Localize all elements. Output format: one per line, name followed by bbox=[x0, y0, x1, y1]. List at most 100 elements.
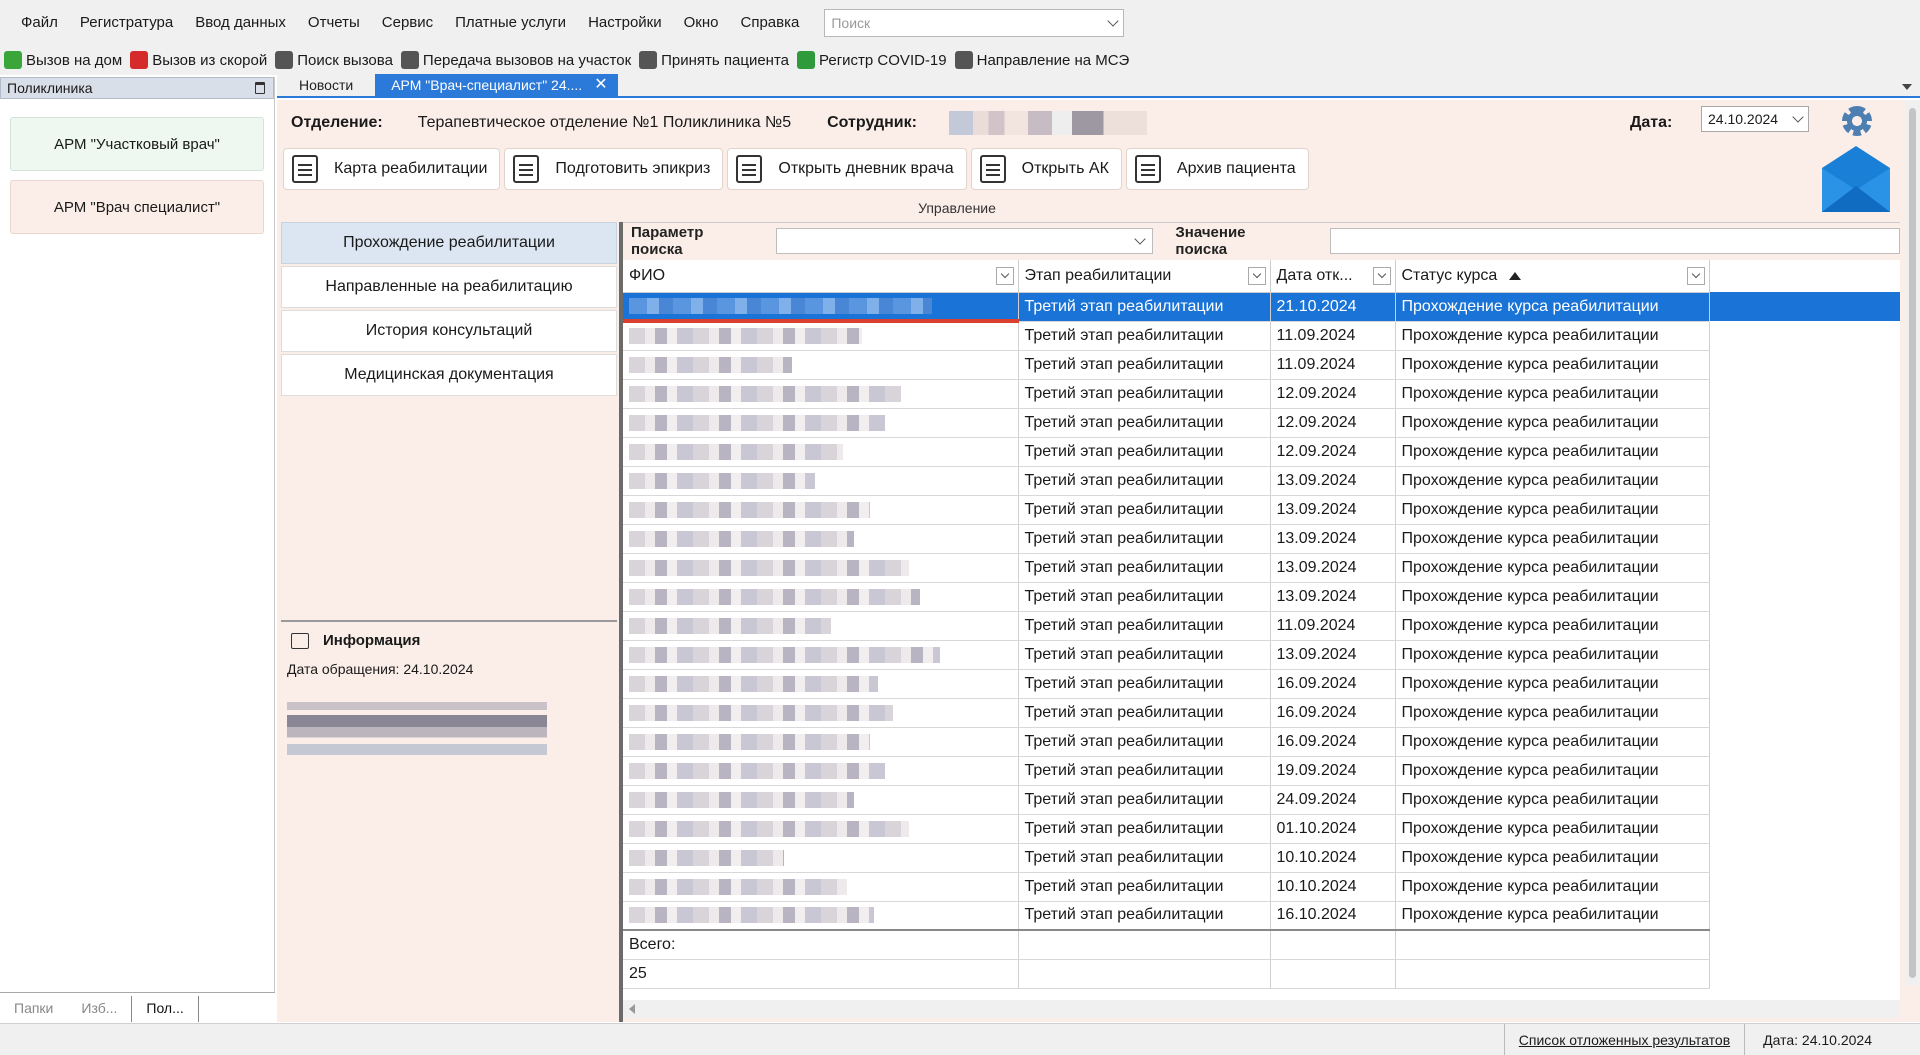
cell-status[interactable]: Прохождение курса реабилитации bbox=[1395, 901, 1710, 931]
table-row[interactable]: Третий этап реабилитации 13.09.2024 Прохож… bbox=[623, 582, 1900, 612]
cell-date[interactable]: 13.09.2024 bbox=[1270, 495, 1396, 525]
cell-date[interactable]: 13.09.2024 bbox=[1270, 553, 1396, 583]
tab-folders[interactable]: Папки bbox=[0, 1000, 67, 1022]
menu-item[interactable]: Ввод данных bbox=[184, 9, 297, 37]
filter-icon[interactable] bbox=[1372, 267, 1391, 285]
toolbar-button[interactable]: Направление на МСЭ bbox=[953, 47, 1136, 73]
arm-district-doctor-button[interactable]: АРМ "Участковый врач" bbox=[10, 117, 264, 171]
cell-fio-redacted[interactable] bbox=[623, 292, 1019, 323]
filter-icon[interactable] bbox=[1247, 267, 1266, 285]
cell-date[interactable]: 13.09.2024 bbox=[1270, 640, 1396, 670]
cell-date[interactable]: 11.09.2024 bbox=[1270, 611, 1396, 641]
cell-fio-redacted[interactable] bbox=[623, 611, 1019, 641]
cell-stage[interactable]: Третий этап реабилитации bbox=[1018, 379, 1271, 409]
cell-fio-redacted[interactable] bbox=[623, 756, 1019, 786]
table-row[interactable]: Третий этап реабилитации 12.09.2024 Прохож… bbox=[623, 437, 1900, 467]
cell-fio-redacted[interactable] bbox=[623, 408, 1019, 438]
cell-stage[interactable]: Третий этап реабилитации bbox=[1018, 901, 1271, 931]
table-row[interactable]: Третий этап реабилитации 13.09.2024 Прохож… bbox=[623, 640, 1900, 670]
toolbar-button[interactable]: Принять пациента bbox=[637, 47, 795, 73]
cell-stage[interactable]: Третий этап реабилитации bbox=[1018, 553, 1271, 583]
toolbar-button[interactable]: Вызов на дом bbox=[2, 47, 128, 73]
cell-date[interactable]: 13.09.2024 bbox=[1270, 524, 1396, 554]
close-icon[interactable]: ✕ bbox=[594, 77, 607, 93]
cell-stage[interactable]: Третий этап реабилитации bbox=[1018, 727, 1271, 757]
toolbar-button[interactable]: Передача вызовов на участок bbox=[399, 47, 637, 73]
cell-fio-redacted[interactable] bbox=[623, 814, 1019, 844]
cell-status[interactable]: Прохождение курса реабилитации bbox=[1395, 785, 1710, 815]
menu-item[interactable]: Справка bbox=[730, 9, 811, 37]
open-ak-button[interactable]: Открыть АК bbox=[970, 148, 1122, 190]
cell-fio-redacted[interactable] bbox=[623, 466, 1019, 496]
chevron-down-icon[interactable] bbox=[1107, 14, 1120, 27]
cell-status[interactable]: Прохождение курса реабилитации bbox=[1395, 321, 1710, 351]
cell-fio-redacted[interactable] bbox=[623, 350, 1019, 380]
nav-medical-docs[interactable]: Медицинская документация bbox=[281, 354, 617, 396]
cell-date[interactable]: 21.10.2024 bbox=[1270, 292, 1396, 322]
cell-fio-redacted[interactable] bbox=[623, 379, 1019, 409]
table-row[interactable]: Третий этап реабилитации 11.09.2024 Прохож… bbox=[623, 350, 1900, 380]
cell-status[interactable]: Прохождение курса реабилитации bbox=[1395, 437, 1710, 467]
horizontal-scrollbar[interactable] bbox=[623, 1000, 1900, 1018]
cell-date[interactable]: 16.09.2024 bbox=[1270, 669, 1396, 699]
cell-stage[interactable]: Третий этап реабилитации bbox=[1018, 495, 1271, 525]
cell-fio-redacted[interactable] bbox=[623, 843, 1019, 873]
open-doctor-diary-button[interactable]: Открыть дневник врача bbox=[727, 148, 967, 190]
cell-status[interactable]: Прохождение курса реабилитации bbox=[1395, 756, 1710, 786]
cell-stage[interactable]: Третий этап реабилитации bbox=[1018, 843, 1271, 873]
scroll-left-icon[interactable] bbox=[629, 1004, 635, 1014]
cell-fio-redacted[interactable] bbox=[623, 785, 1019, 815]
table-row[interactable]: Третий этап реабилитации 13.09.2024 Прохож… bbox=[623, 524, 1900, 554]
table-row[interactable]: Третий этап реабилитации 10.10.2024 Прохож… bbox=[623, 872, 1900, 902]
gear-icon[interactable] bbox=[1842, 106, 1872, 136]
search-param-select[interactable] bbox=[776, 227, 1154, 254]
rehab-card-button[interactable]: Карта реабилитации bbox=[283, 148, 501, 190]
cell-status[interactable]: Прохождение курса реабилитации bbox=[1395, 553, 1710, 583]
cell-date[interactable]: 13.09.2024 bbox=[1270, 466, 1396, 496]
toolbar-button[interactable]: Регистр COVID-19 bbox=[795, 47, 953, 73]
table-row[interactable]: Третий этап реабилитации 11.09.2024 Прохож… bbox=[623, 321, 1900, 351]
cell-stage[interactable]: Третий этап реабилитации bbox=[1018, 611, 1271, 641]
cell-stage[interactable]: Третий этап реабилитации bbox=[1018, 756, 1271, 786]
table-row[interactable]: Третий этап реабилитации 12.09.2024 Прохож… bbox=[623, 408, 1900, 438]
chevron-down-icon[interactable] bbox=[1134, 232, 1147, 245]
menu-item[interactable]: Настройки bbox=[577, 9, 673, 37]
cell-status[interactable]: Прохождение курса реабилитации bbox=[1395, 843, 1710, 873]
cell-stage[interactable]: Третий этап реабилитации bbox=[1018, 408, 1271, 438]
cell-stage[interactable]: Третий этап реабилитации bbox=[1018, 321, 1271, 351]
nav-consult-history[interactable]: История консультаций bbox=[281, 310, 617, 352]
table-row[interactable]: Третий этап реабилитации 16.09.2024 Прохож… bbox=[623, 727, 1900, 757]
cell-status[interactable]: Прохождение курса реабилитации bbox=[1395, 698, 1710, 728]
menu-item[interactable]: Платные услуги bbox=[444, 9, 577, 37]
nav-rehab-progress[interactable]: Прохождение реабилитации bbox=[281, 222, 617, 264]
toolbar-button[interactable]: Поиск вызова bbox=[273, 47, 399, 73]
menu-item[interactable]: Файл bbox=[10, 9, 69, 37]
cell-stage[interactable]: Третий этап реабилитации bbox=[1018, 437, 1271, 467]
cell-stage[interactable]: Третий этап реабилитации bbox=[1018, 350, 1271, 380]
cell-status[interactable]: Прохождение курса реабилитации bbox=[1395, 408, 1710, 438]
table-row[interactable]: Третий этап реабилитации 16.10.2024 Прохож… bbox=[623, 901, 1900, 931]
patient-archive-button[interactable]: Архив пациента bbox=[1125, 148, 1309, 190]
cell-date[interactable]: 01.10.2024 bbox=[1270, 814, 1396, 844]
column-header-date[interactable]: Дата отк... bbox=[1270, 260, 1396, 293]
cell-stage[interactable]: Третий этап реабилитации bbox=[1018, 669, 1271, 699]
search-value-input[interactable] bbox=[1330, 227, 1901, 254]
menu-item[interactable]: Регистратура bbox=[69, 9, 184, 37]
menu-item[interactable]: Сервис bbox=[371, 9, 444, 37]
cell-status[interactable]: Прохождение курса реабилитации bbox=[1395, 872, 1710, 902]
cell-fio-redacted[interactable] bbox=[623, 698, 1019, 728]
cell-status[interactable]: Прохождение курса реабилитации bbox=[1395, 379, 1710, 409]
cell-date[interactable]: 16.09.2024 bbox=[1270, 727, 1396, 757]
cell-fio-redacted[interactable] bbox=[623, 553, 1019, 583]
cell-fio-redacted[interactable] bbox=[623, 524, 1019, 554]
cell-fio-redacted[interactable] bbox=[623, 321, 1019, 351]
search-input[interactable]: Поиск bbox=[824, 8, 1125, 37]
menu-item[interactable]: Отчеты bbox=[297, 9, 371, 37]
date-picker[interactable]: 24.10.2024 bbox=[1701, 106, 1809, 132]
table-row[interactable]: Третий этап реабилитации 12.09.2024 Прохож… bbox=[623, 379, 1900, 409]
cell-date[interactable]: 24.09.2024 bbox=[1270, 785, 1396, 815]
cell-stage[interactable]: Третий этап реабилитации bbox=[1018, 582, 1271, 612]
table-row[interactable]: Третий этап реабилитации 01.10.2024 Прохож… bbox=[623, 814, 1900, 844]
table-row[interactable]: Третий этап реабилитации 24.09.2024 Прохож… bbox=[623, 785, 1900, 815]
cell-status[interactable]: Прохождение курса реабилитации bbox=[1395, 292, 1710, 322]
